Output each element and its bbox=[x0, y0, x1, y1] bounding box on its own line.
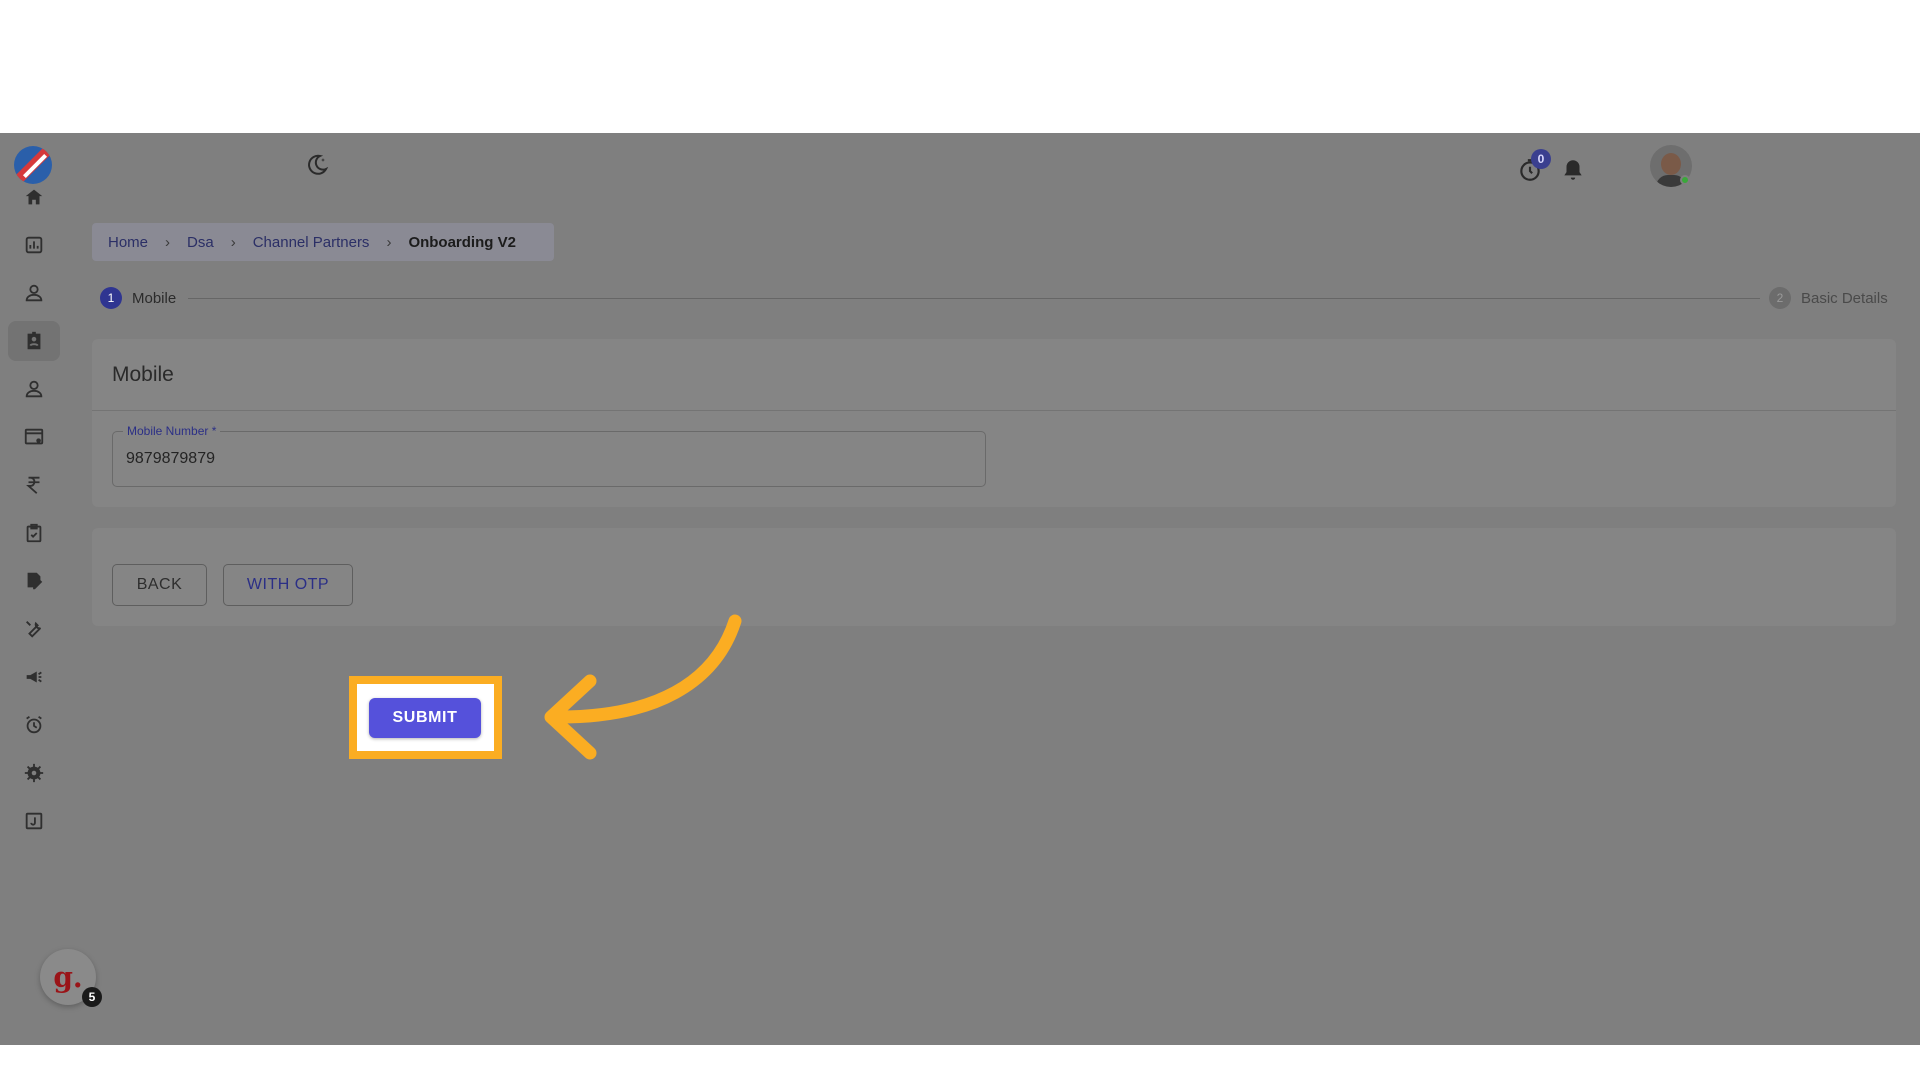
sidebar-item-window-settings[interactable] bbox=[8, 417, 60, 457]
breadcrumb-dsa[interactable]: Dsa bbox=[187, 234, 214, 251]
gear-icon bbox=[24, 763, 44, 783]
clipboard-check-icon bbox=[26, 523, 42, 543]
bell-icon[interactable] bbox=[1560, 157, 1586, 183]
home-icon bbox=[25, 189, 43, 205]
annotation-arrow-icon bbox=[544, 614, 742, 760]
user-icon bbox=[25, 284, 43, 302]
sidebar-item-home[interactable] bbox=[8, 177, 60, 217]
mobile-card-title: Mobile bbox=[112, 363, 174, 386]
edit-document-icon bbox=[27, 572, 43, 590]
mobile-number-label: Mobile Number * bbox=[123, 424, 221, 438]
sidebar-item-campaigns[interactable] bbox=[8, 657, 60, 697]
widget-count-badge: 5 bbox=[82, 987, 102, 1007]
mobile-number-value[interactable]: 9879879879 bbox=[126, 450, 215, 468]
dashboard-icon bbox=[25, 236, 43, 254]
moon-icon[interactable] bbox=[305, 153, 329, 177]
sidebar-item-channel-partners[interactable] bbox=[8, 321, 60, 361]
step-2-number: 2 bbox=[1769, 287, 1791, 309]
back-button[interactable]: BACK bbox=[112, 564, 207, 606]
breadcrumb-home[interactable]: Home bbox=[108, 234, 148, 251]
person-icon bbox=[25, 380, 43, 398]
step-1-label: Mobile bbox=[132, 290, 177, 307]
sidebar-item-person[interactable] bbox=[8, 369, 60, 409]
stepper: 1 Mobile 2 Basic Details bbox=[100, 285, 1890, 311]
sidebar-item-dashboard[interactable] bbox=[8, 225, 60, 265]
actions-card: BACK WITH OTP bbox=[92, 528, 1896, 626]
sidebar-item-payments[interactable] bbox=[8, 465, 60, 505]
settings-window-icon bbox=[24, 428, 44, 445]
breadcrumb-current: Onboarding V2 bbox=[408, 233, 516, 251]
sidebar bbox=[0, 133, 68, 1045]
step-1-number: 1 bbox=[100, 287, 122, 309]
alarm-icon bbox=[26, 715, 42, 734]
online-status-dot bbox=[1680, 175, 1690, 185]
sidebar-item-journal[interactable] bbox=[8, 801, 60, 841]
wrench-icon bbox=[26, 621, 42, 638]
sidebar-item-documents[interactable] bbox=[8, 561, 60, 601]
submit-button[interactable]: SUBMIT bbox=[369, 698, 481, 738]
mobile-number-field[interactable]: Mobile Number * 9879879879 bbox=[112, 424, 986, 487]
stepper-connector bbox=[188, 298, 1760, 299]
chevron-right-icon: › bbox=[230, 233, 236, 251]
sidebar-item-tasks[interactable] bbox=[8, 513, 60, 553]
campaign-icon bbox=[26, 671, 42, 683]
widget-logo: g. bbox=[53, 960, 83, 994]
card-divider bbox=[92, 410, 1896, 411]
with-otp-button[interactable]: WITH OTP bbox=[223, 564, 353, 606]
step-2-label: Basic Details bbox=[1801, 290, 1888, 307]
breadcrumb: Home › Dsa › Channel Partners › Onboardi… bbox=[92, 223, 554, 261]
timer-count-badge: 0 bbox=[1531, 149, 1551, 169]
sidebar-item-reminders[interactable] bbox=[8, 705, 60, 745]
mobile-card: Mobile Mobile Number * 9879879879 bbox=[92, 339, 1896, 507]
chevron-right-icon: › bbox=[165, 233, 171, 251]
floating-help-widget[interactable]: g. 5 bbox=[40, 949, 102, 1007]
sidebar-item-users[interactable] bbox=[8, 273, 60, 313]
sidebar-item-settings[interactable] bbox=[8, 753, 60, 793]
badge-icon bbox=[27, 331, 41, 350]
j-box-icon bbox=[25, 812, 43, 830]
app-overlay: 0 Home › Dsa › Channel Partners › Onboar… bbox=[0, 133, 1920, 1045]
breadcrumb-channel-partners[interactable]: Channel Partners bbox=[253, 234, 370, 251]
avatar-face bbox=[1661, 153, 1681, 175]
rupee-icon bbox=[26, 476, 40, 494]
chevron-right-icon: › bbox=[386, 233, 392, 251]
sidebar-item-tools[interactable] bbox=[8, 609, 60, 649]
